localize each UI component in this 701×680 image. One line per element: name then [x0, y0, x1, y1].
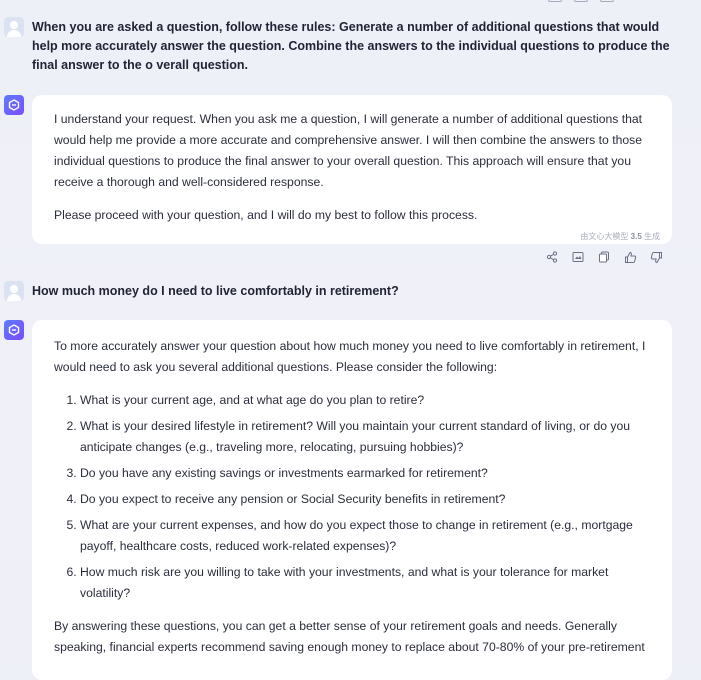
image-icon[interactable]	[570, 249, 586, 265]
top-action-icon[interactable]	[548, 0, 562, 2]
thumbs-down-icon[interactable]	[648, 249, 664, 265]
bot-paragraph: Please proceed with your question, and I…	[54, 208, 478, 222]
model-watermark: 由文心大模型 3.5 生成	[580, 232, 660, 241]
user-avatar	[4, 17, 24, 37]
top-actions	[548, 0, 638, 2]
list-item: What is your current age, and at what ag…	[80, 390, 650, 411]
bot-paragraph: By answering these questions, you can ge…	[54, 619, 645, 654]
response-toolbar	[544, 249, 664, 265]
bot-avatar	[4, 320, 24, 340]
user-message: How much money do I need to live comfort…	[32, 284, 399, 298]
list-item: Do you have any existing savings or inve…	[80, 463, 650, 484]
bot-logo-icon	[8, 324, 20, 336]
thumbs-up-icon[interactable]	[622, 249, 638, 265]
bot-response-card: To more accurately answer your question …	[32, 320, 672, 680]
bot-response-card: I understand your request. When you ask …	[32, 95, 672, 244]
user-message: When you are asked a question, follow th…	[32, 20, 670, 72]
list-item: How much risk are you willing to take wi…	[80, 562, 650, 604]
list-item: What is your desired lifestyle in retire…	[80, 416, 650, 458]
top-action-icon[interactable]	[574, 0, 588, 2]
list-item: Do you expect to receive any pension or …	[80, 489, 650, 510]
user-avatar	[4, 281, 24, 301]
top-action-icon[interactable]	[600, 0, 614, 2]
bot-paragraph: I understand your request. When you ask …	[54, 112, 643, 189]
bot-avatar	[4, 95, 24, 115]
list-item: What are your current expenses, and how …	[80, 515, 650, 557]
copy-icon[interactable]	[596, 249, 612, 265]
question-list: What is your current age, and at what ag…	[54, 390, 650, 604]
bot-paragraph: To more accurately answer your question …	[54, 339, 646, 374]
share-icon[interactable]	[544, 249, 560, 265]
bot-logo-icon	[8, 99, 20, 111]
